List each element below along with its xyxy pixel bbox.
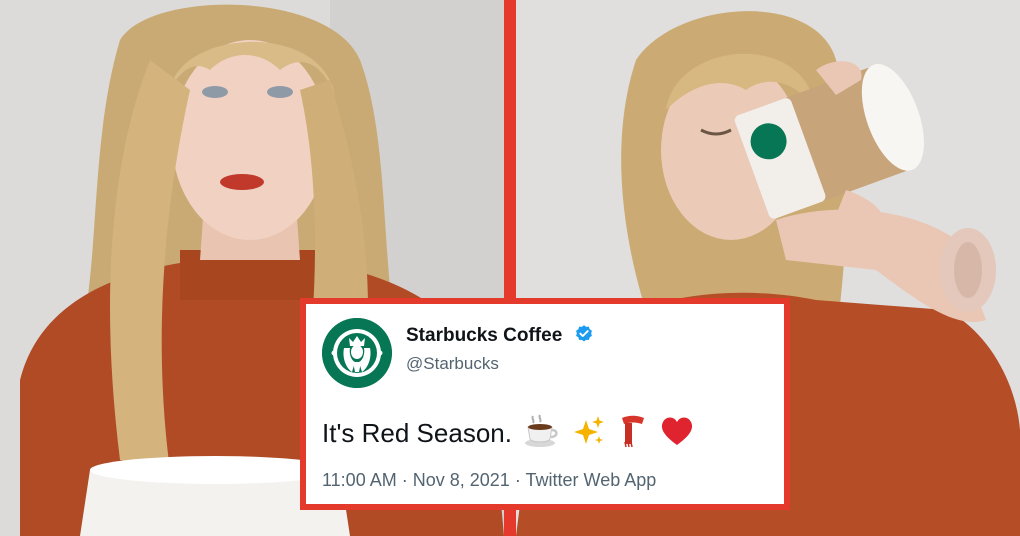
tweet-time[interactable]: 11:00 AM xyxy=(322,470,397,490)
scarf-emoji xyxy=(621,415,644,448)
tweet-source[interactable]: Twitter Web App xyxy=(526,470,657,490)
starbucks-logo-avatar[interactable] xyxy=(322,318,392,388)
display-name[interactable]: Starbucks Coffee xyxy=(406,324,594,347)
sparkles-emoji xyxy=(574,416,605,444)
meta-separator: · xyxy=(401,470,408,490)
verified-badge-icon xyxy=(575,325,592,342)
siren-icon xyxy=(322,318,392,388)
red-heart-emoji xyxy=(661,417,692,445)
meta-separator: · xyxy=(514,470,521,490)
tweet-card[interactable]: Starbucks Coffee @Starbucks It's Red Sea… xyxy=(300,298,790,510)
tweet-body: It's Red Season. xyxy=(322,412,695,449)
tweet-date[interactable]: Nov 8, 2021 xyxy=(413,470,510,490)
user-handle[interactable]: @Starbucks xyxy=(406,354,499,374)
hot-beverage-emoji xyxy=(525,414,558,447)
tweet-meta: 11:00 AM · Nov 8, 2021 · Twitter Web App xyxy=(322,470,656,491)
tweet-text: It's Red Season. xyxy=(322,418,512,448)
display-name-text[interactable]: Starbucks Coffee xyxy=(406,325,562,346)
